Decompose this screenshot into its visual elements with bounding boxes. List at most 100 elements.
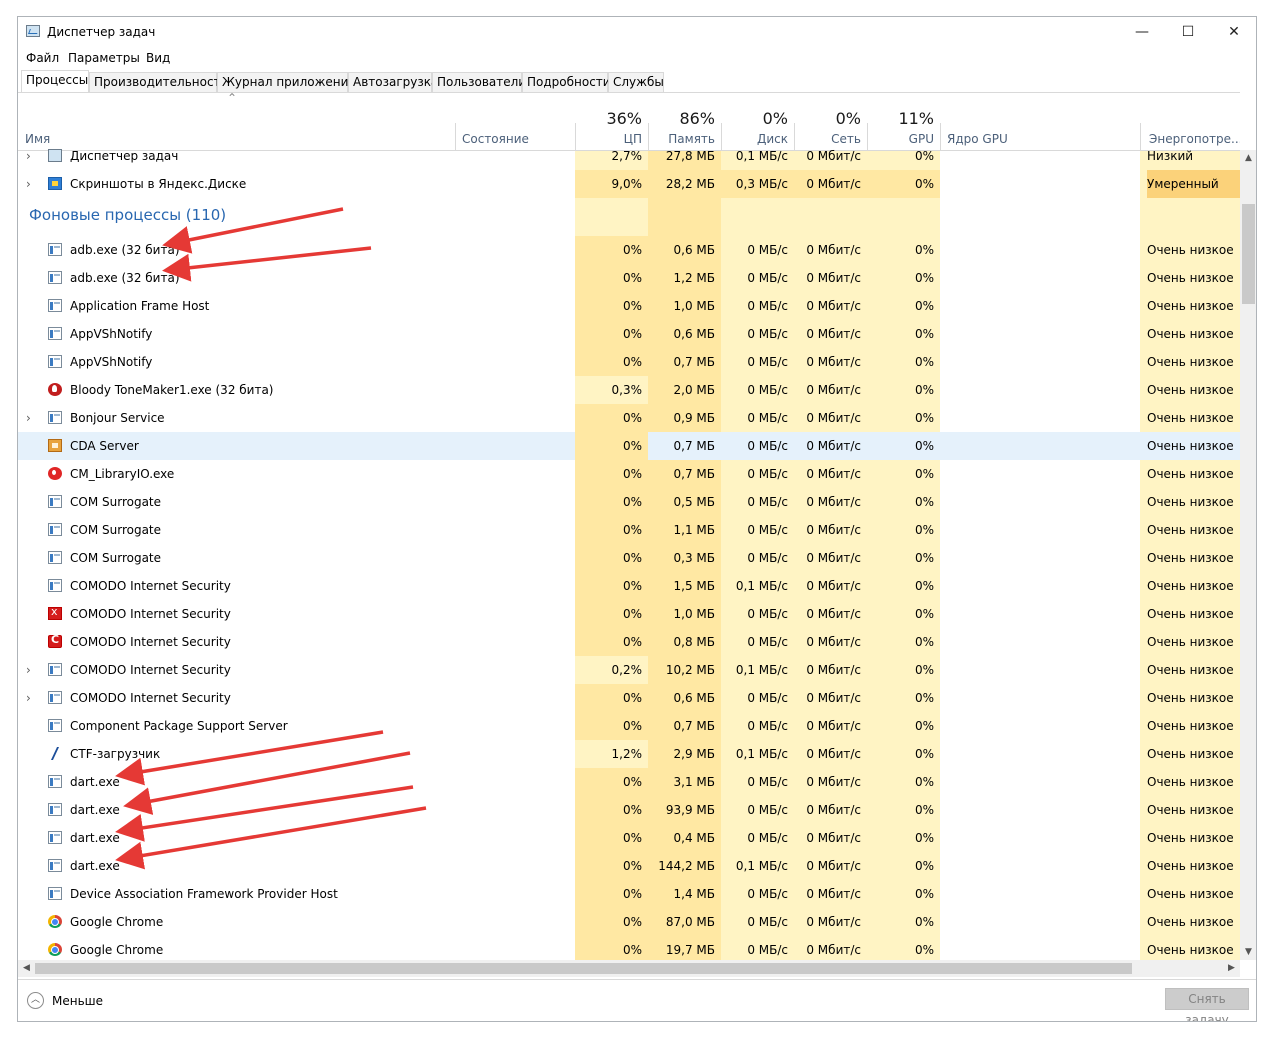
tab-users[interactable]: Пользователи (432, 72, 526, 92)
process-row[interactable]: Device Association Framework Provider Ho… (18, 880, 1240, 908)
gpu-value: 0% (914, 747, 934, 761)
vertical-scrollbar[interactable]: ▲ ▼ (1240, 150, 1256, 960)
tab-app-history[interactable]: Журнал приложений (217, 72, 356, 92)
scroll-up-icon[interactable]: ▲ (1240, 150, 1256, 166)
process-row[interactable]: CDA Server 0% 0,7 МБ 0 МБ/с 0 Мбит/с 0% Очень … (18, 432, 1240, 460)
power-usage-value: Очень низкое (1147, 523, 1234, 537)
horizontal-scrollbar[interactable]: ◀ ▶ (18, 960, 1240, 977)
memory-value: 10,2 МБ (665, 663, 715, 677)
cpu-value: 0% (575, 404, 648, 432)
network-value: 0 Мбит/с (806, 327, 861, 341)
vertical-scroll-thumb[interactable] (1242, 204, 1255, 304)
cpu-value: 0,3% (611, 383, 643, 397)
process-row[interactable]: COM Surrogate 0% 0,5 МБ 0 МБ/с 0 Мбит/с 0% Оче… (18, 488, 1240, 516)
process-row[interactable]: AppVShNotify 0% 0,6 МБ 0 МБ/с 0 Мбит/с 0% Очен… (18, 320, 1240, 348)
expand-chevron-icon[interactable]: › (26, 684, 38, 712)
cpu-value: 0% (575, 768, 648, 796)
cpu-value: 2,7% (611, 149, 643, 163)
disk-value: 0 МБ/с (747, 831, 788, 845)
process-row[interactable]: CM_LibraryIO.exe 0% 0,7 МБ 0 МБ/с 0 Мбит/с 0%… (18, 460, 1240, 488)
process-row[interactable]: › COMODO Internet Security 0% 0,6 МБ 0 МБ/с 0… (18, 684, 1240, 712)
menu-options[interactable]: Параметры (68, 51, 140, 65)
process-row[interactable]: › Скриншоты в Яндекс.Диске 9,0% 28,2 МБ 0,3 … (18, 170, 1240, 198)
process-name: COMODO Internet Security (70, 579, 231, 593)
tab-performance[interactable]: Производительность (89, 72, 228, 92)
power-usage-value: Очень низкое (1147, 859, 1234, 873)
maximize-button[interactable]: ☐ (1165, 17, 1211, 48)
scroll-left-icon[interactable]: ◀ (18, 960, 35, 976)
process-row[interactable]: COMODO Internet Security 0% 1,5 МБ 0,1 МБ/с… (18, 572, 1240, 600)
process-row[interactable]: › COMODO Internet Security 0,2% 10,2 МБ 0,1 … (18, 656, 1240, 684)
cpu-value: 0% (575, 236, 648, 264)
close-button[interactable]: ✕ (1211, 17, 1256, 48)
process-name: Google Chrome (70, 915, 164, 929)
cpu-value: 0% (575, 880, 648, 908)
process-row[interactable]: Google Chrome 0% 87,0 МБ 0 МБ/с 0 Мбит/с 0% Оч… (18, 908, 1240, 936)
memory-value: 0,8 МБ (673, 635, 715, 649)
process-row[interactable]: COMODO Internet Security 0% 0,8 МБ 0 МБ/с 0 … (18, 628, 1240, 656)
expand-chevron-icon[interactable]: › (26, 142, 38, 170)
process-row[interactable]: › Диспетчер задач 2,7% 27,8 МБ 0,1 МБ/с 0 Мби… (18, 142, 1240, 170)
process-row[interactable]: Bloody ToneMaker1.exe (32 бита) 0,3% 2,0 М… (18, 376, 1240, 404)
process-row[interactable]: Component Package Support Server 0% 0,7 МБ… (18, 712, 1240, 740)
process-row[interactable]: adb.exe (32 бита) 0% 1,2 МБ 0 МБ/с 0 Мбит/с 0… (18, 264, 1240, 292)
process-name: Google Chrome (70, 943, 164, 957)
tab-processes[interactable]: Процессы (21, 70, 89, 93)
group-label: Фоновые процессы (110) (29, 206, 227, 224)
cpu-value: 0% (575, 320, 648, 348)
cpu-value: 0% (575, 684, 648, 712)
expand-chevron-icon[interactable]: › (26, 170, 38, 198)
minimize-button[interactable]: — (1119, 17, 1165, 48)
menu-view[interactable]: Вид (146, 51, 170, 65)
power-usage-value: Умеренный (1147, 170, 1240, 198)
cpu-value: 0% (575, 712, 648, 740)
gpu-value: 0% (914, 579, 934, 593)
process-row[interactable]: › Bonjour Service 0% 0,9 МБ 0 МБ/с 0 Мбит/с 0%… (18, 404, 1240, 432)
process-row[interactable]: COM Surrogate 0% 1,1 МБ 0 МБ/с 0 Мбит/с 0% Оче… (18, 516, 1240, 544)
gpu-value: 0% (914, 943, 934, 957)
disk-value: 0 МБ/с (747, 467, 788, 481)
tab-strip: Процессы Производительность Журнал прило… (18, 70, 1256, 93)
scroll-down-icon[interactable]: ▼ (1240, 944, 1256, 960)
cpu-value: 0% (575, 516, 648, 544)
process-row[interactable]: dart.exe 0% 3,1 МБ 0 МБ/с 0 Мбит/с 0% Очень ни… (18, 768, 1240, 796)
disk-value: 0 МБ/с (747, 383, 788, 397)
gpu-value: 0% (914, 719, 934, 733)
horizontal-scroll-thumb[interactable] (35, 963, 1132, 974)
process-name: AppVShNotify (70, 327, 153, 341)
memory-value: 0,5 МБ (673, 495, 715, 509)
gpu-value: 0% (914, 495, 934, 509)
disk-value: 0 МБ/с (747, 691, 788, 705)
chevron-up-icon[interactable]: ︿ (27, 992, 44, 1009)
process-row[interactable]: COM Surrogate 0% 0,3 МБ 0 МБ/с 0 Мбит/с 0% Оче… (18, 544, 1240, 572)
gpu-value: 0% (914, 271, 934, 285)
process-row[interactable]: CTF-загрузчик 1,2% 2,9 МБ 0,1 МБ/с 0 Мбит/с 0… (18, 740, 1240, 768)
network-value: 0 Мбит/с (806, 271, 861, 285)
memory-value: 2,9 МБ (673, 747, 715, 761)
scroll-right-icon[interactable]: ▶ (1223, 960, 1240, 976)
network-value: 0 Мбит/с (806, 551, 861, 565)
process-row[interactable]: Application Frame Host 0% 1,0 МБ 0 МБ/с 0 Мб… (18, 292, 1240, 320)
network-value: 0 Мбит/с (806, 719, 861, 733)
window-icon (48, 495, 62, 508)
expand-chevron-icon[interactable]: › (26, 656, 38, 684)
process-row[interactable]: dart.exe 0% 93,9 МБ 0 МБ/с 0 Мбит/с 0% Очень н… (18, 796, 1240, 824)
process-row[interactable]: dart.exe 0% 144,2 МБ 0,1 МБ/с 0 Мбит/с 0% Очен… (18, 852, 1240, 880)
window-icon (48, 831, 62, 844)
expand-chevron-icon[interactable]: › (26, 404, 38, 432)
process-row[interactable]: Google Chrome 0% 19,7 МБ 0 МБ/с 0 Мбит/с 0% Оч… (18, 936, 1240, 961)
disk-value: 0 МБ/с (747, 803, 788, 817)
tab-services[interactable]: Службы (608, 72, 664, 92)
group-header-background-processes[interactable]: Фоновые процессы (110) (18, 198, 1240, 236)
disk-value: 0,1 МБ/с (735, 663, 788, 677)
menu-file[interactable]: Файл (26, 51, 59, 65)
tab-startup[interactable]: Автозагрузка (348, 72, 438, 92)
process-name: Device Association Framework Provider Ho… (70, 887, 338, 901)
process-row[interactable]: COMODO Internet Security 0% 1,0 МБ 0 МБ/с 0 … (18, 600, 1240, 628)
end-task-button[interactable]: Снять задачу (1165, 988, 1249, 1021)
process-row[interactable]: adb.exe (32 бита) 0% 0,6 МБ 0 МБ/с 0 Мбит/с 0… (18, 236, 1240, 264)
process-row[interactable]: dart.exe 0% 0,4 МБ 0 МБ/с 0 Мбит/с 0% Очень ни… (18, 824, 1240, 852)
fewer-details-link[interactable]: Меньше (52, 994, 103, 1008)
process-row[interactable]: AppVShNotify 0% 0,7 МБ 0 МБ/с 0 Мбит/с 0% Очен… (18, 348, 1240, 376)
tab-details[interactable]: Подробности (522, 72, 611, 92)
